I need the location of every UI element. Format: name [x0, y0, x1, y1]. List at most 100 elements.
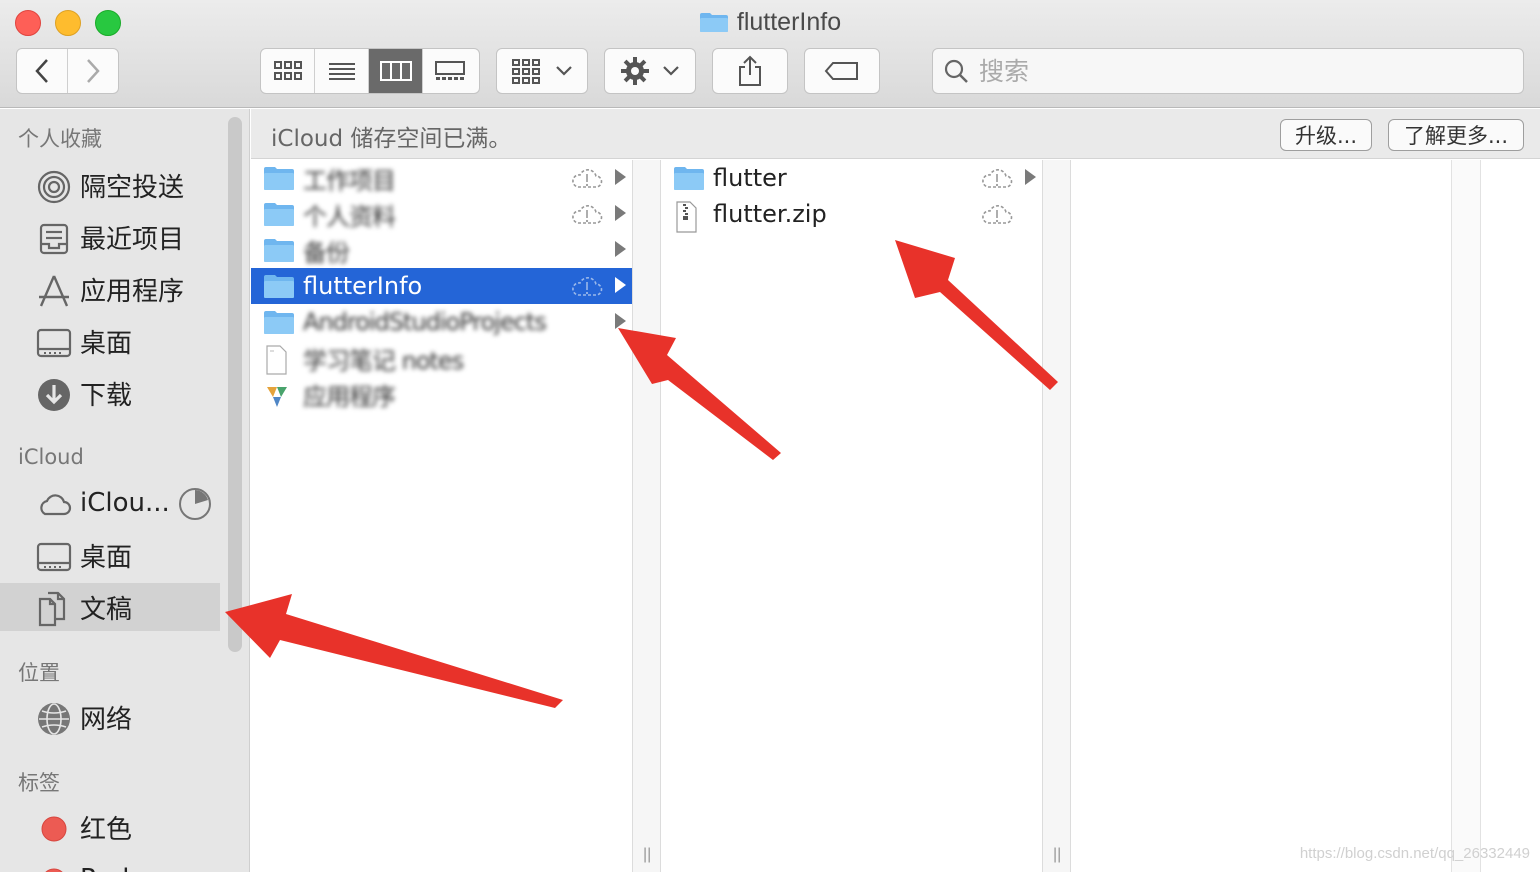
file-row[interactable]: 工作项目 [251, 160, 632, 196]
folder-icon [263, 165, 295, 196]
file-name: 工作项目 [303, 166, 396, 195]
column-resize-handle[interactable] [1451, 160, 1481, 872]
file-name: flutter.zip [713, 200, 827, 228]
browser-column-4 [1481, 160, 1540, 872]
window-title: flutterInfo [0, 8, 1540, 40]
share-button[interactable] [712, 48, 788, 94]
sidebar-section-locations: 位置 [18, 661, 60, 685]
disclosure-arrow-icon [615, 277, 626, 293]
file-row[interactable]: flutterInfo [251, 268, 632, 304]
file-name: flutter [713, 164, 787, 192]
file-name: 应用程序 [303, 382, 396, 411]
sidebar-scrollbar[interactable] [228, 117, 242, 652]
upgrade-button[interactable]: 升级... [1280, 119, 1372, 151]
sidebar-item-label: 网络 [80, 704, 133, 735]
tag-dot-icon [36, 863, 72, 872]
sidebar-item-recents[interactable]: 最近项目 [0, 213, 220, 261]
sidebar-item-downloads[interactable]: 下载 [0, 369, 220, 417]
grip-icon: || [643, 846, 652, 863]
file-name: 备份 [303, 238, 350, 267]
navigation-buttons [16, 48, 119, 94]
sidebar-item-icloud-drive[interactable]: iClou... [0, 479, 220, 527]
forward-button[interactable] [68, 49, 119, 93]
sidebar-item-label: iClou... [80, 488, 170, 518]
sidebar-item-label: 最近项目 [80, 224, 185, 255]
sidebar-item-network[interactable]: 网络 [0, 693, 220, 741]
airdrop-icon [36, 169, 72, 205]
search-input[interactable] [979, 56, 1479, 86]
gallery-icon [435, 61, 465, 80]
sidebar-item-tag-red[interactable]: 红色 [0, 803, 220, 851]
icloud-not-downloaded-icon[interactable] [570, 274, 604, 303]
disclosure-arrow-icon [615, 313, 626, 329]
sidebar-item-desktop[interactable]: 桌面 [0, 317, 220, 365]
recents-icon [36, 221, 72, 257]
sidebar: 个人收藏 隔空投送 最近项目 应用程序 桌面 下载 iCloud iClou..… [0, 109, 250, 872]
file-row[interactable]: 应用程序 [251, 376, 632, 412]
column-resize-handle[interactable]: || [1042, 160, 1071, 872]
sidebar-item-label: 桌面 [80, 328, 133, 359]
file-row[interactable]: 个人资料 [251, 196, 632, 232]
chevron-down-icon [663, 66, 679, 76]
icloud-not-downloaded-icon[interactable] [980, 166, 1014, 195]
folder-icon [263, 309, 295, 340]
sidebar-item-label: 隔空投送 [80, 172, 185, 203]
storage-pie-icon [178, 487, 212, 526]
disclosure-arrow-icon [615, 169, 626, 185]
document-icon [263, 345, 289, 380]
file-row[interactable]: AndroidStudioProjects [251, 304, 632, 340]
chevron-left-icon [35, 59, 48, 83]
sidebar-item-label: Red [80, 864, 129, 872]
folder-icon [699, 11, 729, 40]
sidebar-item-tag-red-2[interactable]: Red [0, 855, 220, 872]
grid-icon [512, 59, 540, 84]
zip-file-icon [673, 201, 699, 238]
folder-icon [263, 237, 295, 268]
gallery-view-button[interactable] [423, 49, 477, 93]
file-row[interactable]: 备份 [251, 232, 632, 268]
sidebar-item-label: 桌面 [80, 542, 133, 573]
back-button[interactable] [17, 49, 68, 93]
applications-icon [36, 273, 72, 309]
list-view-button[interactable] [315, 49, 369, 93]
file-name: AndroidStudioProjects [303, 308, 547, 336]
file-name: flutterInfo [303, 272, 423, 300]
icloud-not-downloaded-icon[interactable] [570, 166, 604, 195]
icloud-not-downloaded-icon[interactable] [570, 202, 604, 231]
chevron-down-icon [556, 66, 572, 76]
sidebar-section-icloud: iCloud [18, 445, 84, 469]
column-resize-handle[interactable]: || [632, 160, 661, 872]
file-name: 个人资料 [303, 202, 396, 231]
column-view-button[interactable] [369, 49, 423, 93]
share-icon [739, 55, 761, 86]
tag-dot-icon [36, 811, 72, 847]
banner-message: iCloud 储存空间已满。 [271, 126, 512, 152]
columns-icon [379, 61, 412, 81]
group-by-button[interactable] [496, 48, 588, 94]
chevron-right-icon [86, 59, 100, 83]
browser-column-1: 工作项目个人资料备份 flutterInfo AndroidStudioProjec… [251, 160, 633, 872]
sidebar-item-icloud-desktop[interactable]: 桌面 [0, 531, 220, 579]
sidebar-item-label: 下载 [80, 380, 133, 411]
desktop-icon [36, 325, 72, 361]
disclosure-arrow-icon [615, 205, 626, 221]
icon-view-button[interactable] [261, 49, 315, 93]
sidebar-item-airdrop[interactable]: 隔空投送 [0, 161, 220, 209]
sidebar-item-documents[interactable]: 文稿 [0, 583, 220, 631]
icloud-storage-banner: iCloud 储存空间已满。 升级... 了解更多... [251, 109, 1540, 159]
sidebar-item-applications[interactable]: 应用程序 [0, 265, 220, 313]
icloud-not-downloaded-icon[interactable] [980, 202, 1014, 231]
learn-more-button[interactable]: 了解更多... [1388, 119, 1524, 151]
action-menu-button[interactable] [604, 48, 696, 94]
search-icon [944, 59, 968, 83]
file-row[interactable]: flutter.zip [661, 196, 1042, 233]
sidebar-section-tags: 标签 [18, 771, 60, 795]
tags-button[interactable] [804, 48, 880, 94]
file-row[interactable]: 学习笔记 notes [251, 340, 632, 376]
browser-column-2: flutter flutter.zip [661, 160, 1043, 872]
folder-icon [263, 201, 295, 232]
file-row[interactable]: flutter [661, 160, 1042, 196]
view-mode-control [260, 48, 480, 94]
disclosure-arrow-icon [1025, 169, 1036, 185]
search-field[interactable] [932, 48, 1524, 94]
